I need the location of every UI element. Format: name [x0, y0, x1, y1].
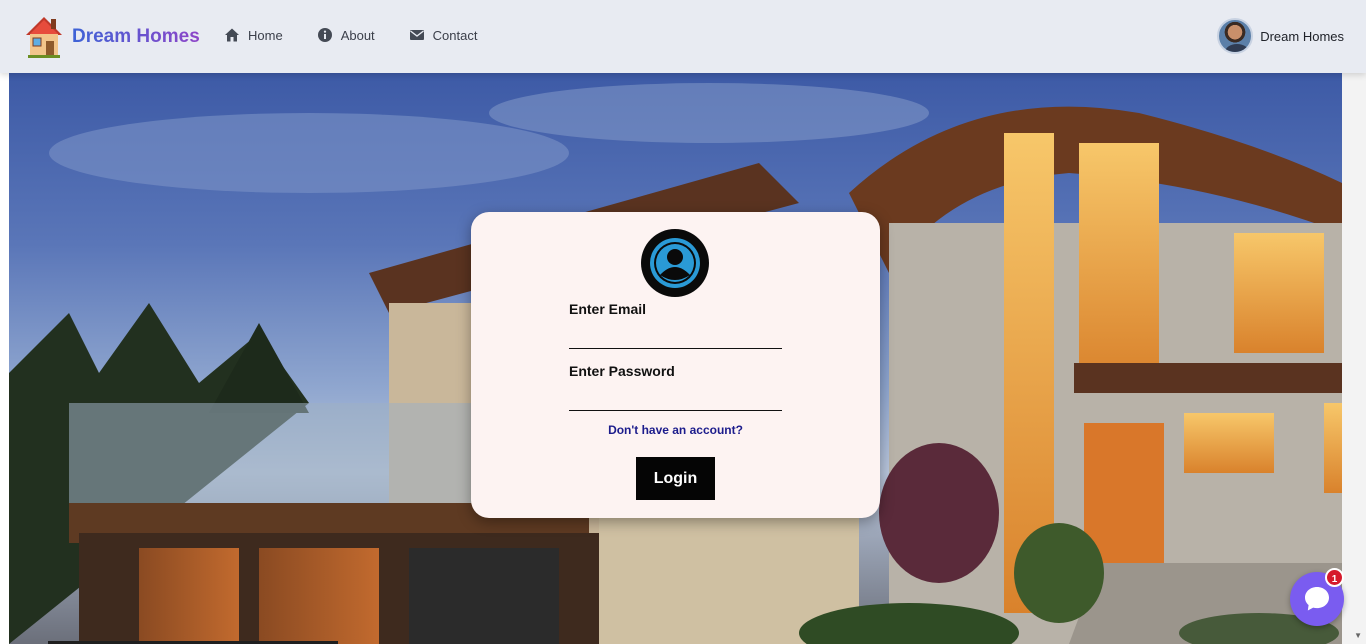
nav-link-contact[interactable]: Contact — [409, 27, 478, 43]
nav-link-label: Contact — [432, 27, 478, 43]
email-field[interactable] — [569, 325, 782, 349]
page-scrollbar[interactable]: ▼ — [1342, 73, 1366, 644]
login-card: Enter Email Enter Password Don't have an… — [471, 212, 880, 518]
avatar — [1217, 18, 1254, 54]
signup-link[interactable]: Don't have an account? — [471, 423, 880, 437]
user-profile-menu[interactable]: Dream Homes — [1217, 18, 1344, 54]
password-field[interactable] — [569, 387, 782, 411]
nav-link-label: About — [340, 27, 375, 43]
house-logo-icon — [26, 17, 62, 58]
password-label: Enter Password — [569, 363, 675, 379]
chat-notification-badge: 1 — [1325, 568, 1344, 587]
chat-widget-button[interactable]: 1 — [1290, 568, 1344, 626]
page: ▼ Dream Homes Home About Contact Dream H… — [0, 0, 1366, 644]
brand-name: Dream Homes — [72, 26, 200, 47]
envelope-icon — [409, 30, 424, 40]
info-icon — [317, 28, 332, 42]
nav-links: Home About Contact — [224, 27, 477, 43]
nav-link-about[interactable]: About — [317, 27, 375, 43]
scroll-down-arrow-icon[interactable]: ▼ — [1354, 631, 1362, 640]
chat-bubble-icon — [1305, 587, 1329, 611]
login-button[interactable]: Login — [636, 457, 715, 500]
user-circle-icon — [641, 229, 709, 297]
home-icon — [225, 28, 239, 42]
navbar: Dream Homes Home About Contact Dream Hom… — [0, 0, 1366, 73]
user-name: Dream Homes — [1260, 28, 1344, 44]
nav-link-home[interactable]: Home — [224, 27, 283, 43]
email-label: Enter Email — [569, 301, 647, 317]
nav-link-label: Home — [248, 27, 283, 43]
brand-home-link[interactable]: Dream Homes — [24, 14, 200, 60]
